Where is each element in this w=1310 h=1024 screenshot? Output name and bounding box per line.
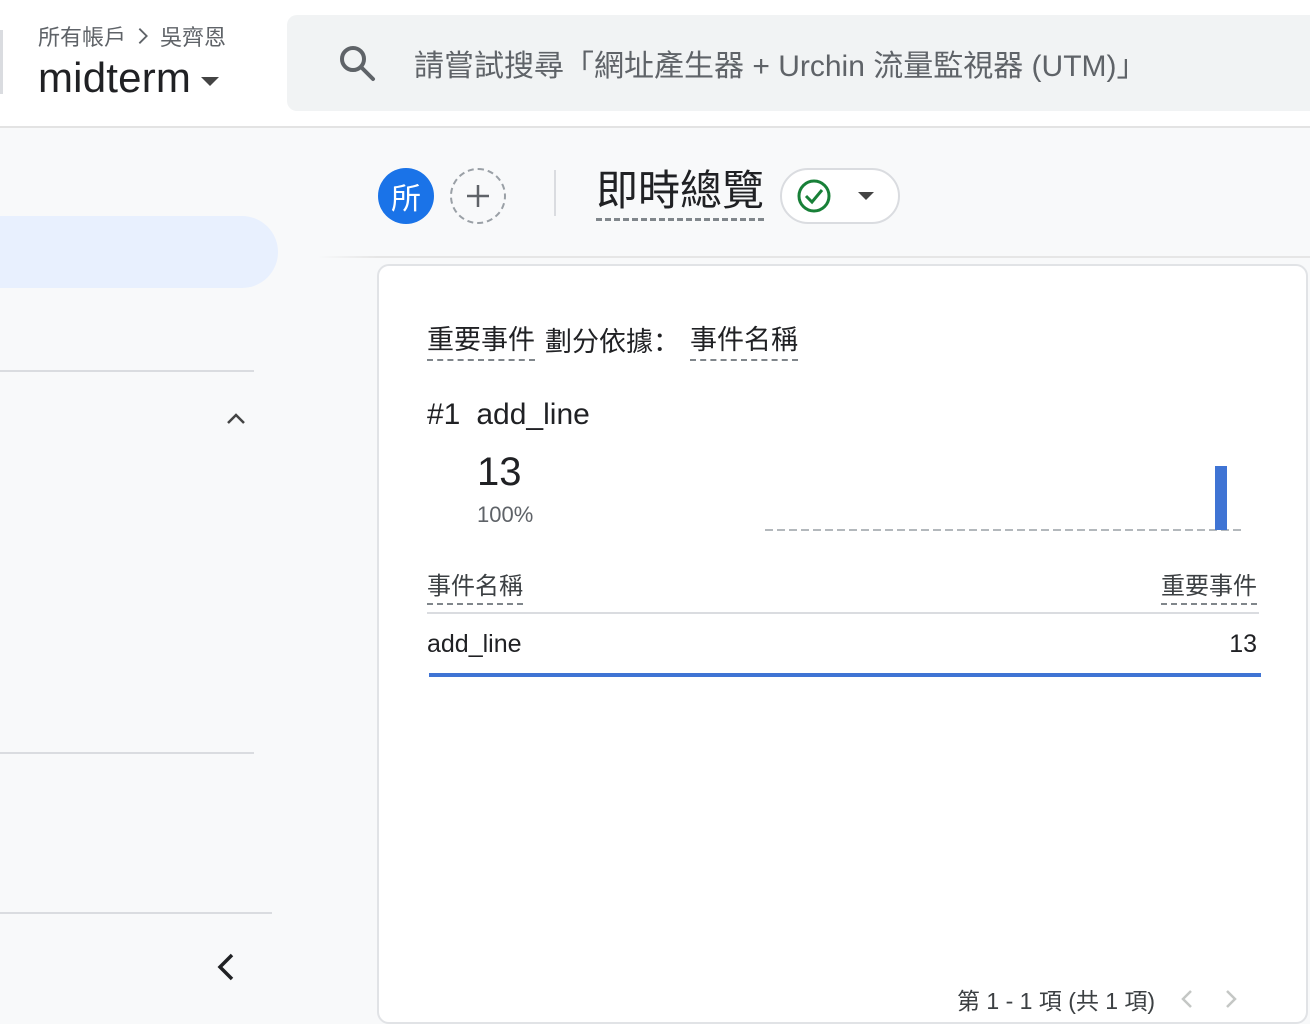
search-icon[interactable] (337, 43, 377, 83)
page-title[interactable]: 即時總覽 (596, 166, 765, 221)
table-header: 事件名稱 重要事件 (427, 566, 1259, 614)
top-item: #1 add_line (427, 398, 590, 432)
collapse-sidebar-icon[interactable] (212, 952, 240, 982)
check-circle-icon (797, 179, 831, 213)
property-name: midterm (38, 54, 192, 101)
breadcrumb[interactable]: 所有帳戶 吳齊恩 (38, 20, 226, 52)
caret-down-icon (201, 76, 220, 86)
chevron-right-icon[interactable] (1219, 987, 1243, 1011)
top-name: add_line (476, 398, 590, 431)
comparison-avatar[interactable]: 所 (378, 168, 434, 224)
status-chip[interactable] (780, 168, 900, 224)
breadcrumb-account[interactable]: 吳齊恩 (160, 20, 226, 52)
column-header-event-name[interactable]: 事件名稱 (427, 566, 523, 605)
row-share-bar (429, 673, 1261, 677)
event-card: 重要事件 劃分依據： 事件名稱 #1 add_line 13 100% 事件名稱 … (377, 264, 1308, 1024)
plus-icon (467, 185, 489, 207)
sidebar-divider (0, 370, 254, 372)
search-bar[interactable]: 請嘗試搜尋「網址產生器 + Urchin 流量監視器 (UTM)」 (287, 15, 1310, 111)
top-value: 13 (477, 450, 522, 494)
top-percent: 100% (477, 502, 534, 527)
chart-bar[interactable] (1215, 466, 1227, 530)
minute-bar-chart (765, 466, 1245, 531)
top-rank: #1 (427, 398, 461, 431)
row-event-value: 13 (1229, 630, 1257, 658)
table-row[interactable]: add_line 13 (427, 616, 1259, 678)
subheader-divider (318, 256, 1310, 258)
top-app-bar: 所有帳戶 吳齊恩 midterm 請嘗試搜尋「網址產生器 + Urchin 流量… (0, 0, 1310, 128)
sidebar-divider (0, 752, 254, 754)
metric-selector[interactable]: 重要事件 (427, 318, 535, 361)
sidebar-divider (0, 912, 272, 914)
row-event-name: add_line (427, 630, 522, 658)
chevron-right-icon (138, 28, 148, 44)
add-comparison-button[interactable] (450, 168, 506, 224)
card-title: 重要事件 劃分依據： 事件名稱 (427, 318, 798, 361)
chevron-up-icon[interactable] (224, 406, 248, 430)
dimension-selector[interactable]: 事件名稱 (690, 318, 798, 361)
property-selector[interactable]: midterm (38, 54, 220, 102)
pagination: 第 1 - 1 項 (共 1 項) (957, 982, 1243, 1016)
chevron-left-icon[interactable] (1175, 987, 1199, 1011)
caret-down-icon (858, 192, 874, 200)
breadcrumb-root[interactable]: 所有帳戶 (38, 20, 126, 52)
toolbar-divider (554, 170, 556, 216)
card-title-middle: 劃分依據： (545, 327, 680, 357)
column-header-key-events[interactable]: 重要事件 (1161, 566, 1257, 605)
pager-text: 第 1 - 1 項 (共 1 項) (957, 988, 1156, 1014)
left-divider (0, 30, 3, 94)
sidebar-item-active[interactable] (0, 216, 278, 288)
search-placeholder[interactable]: 請嘗試搜尋「網址產生器 + Urchin 流量監視器 (UTM)」 (414, 41, 1147, 85)
